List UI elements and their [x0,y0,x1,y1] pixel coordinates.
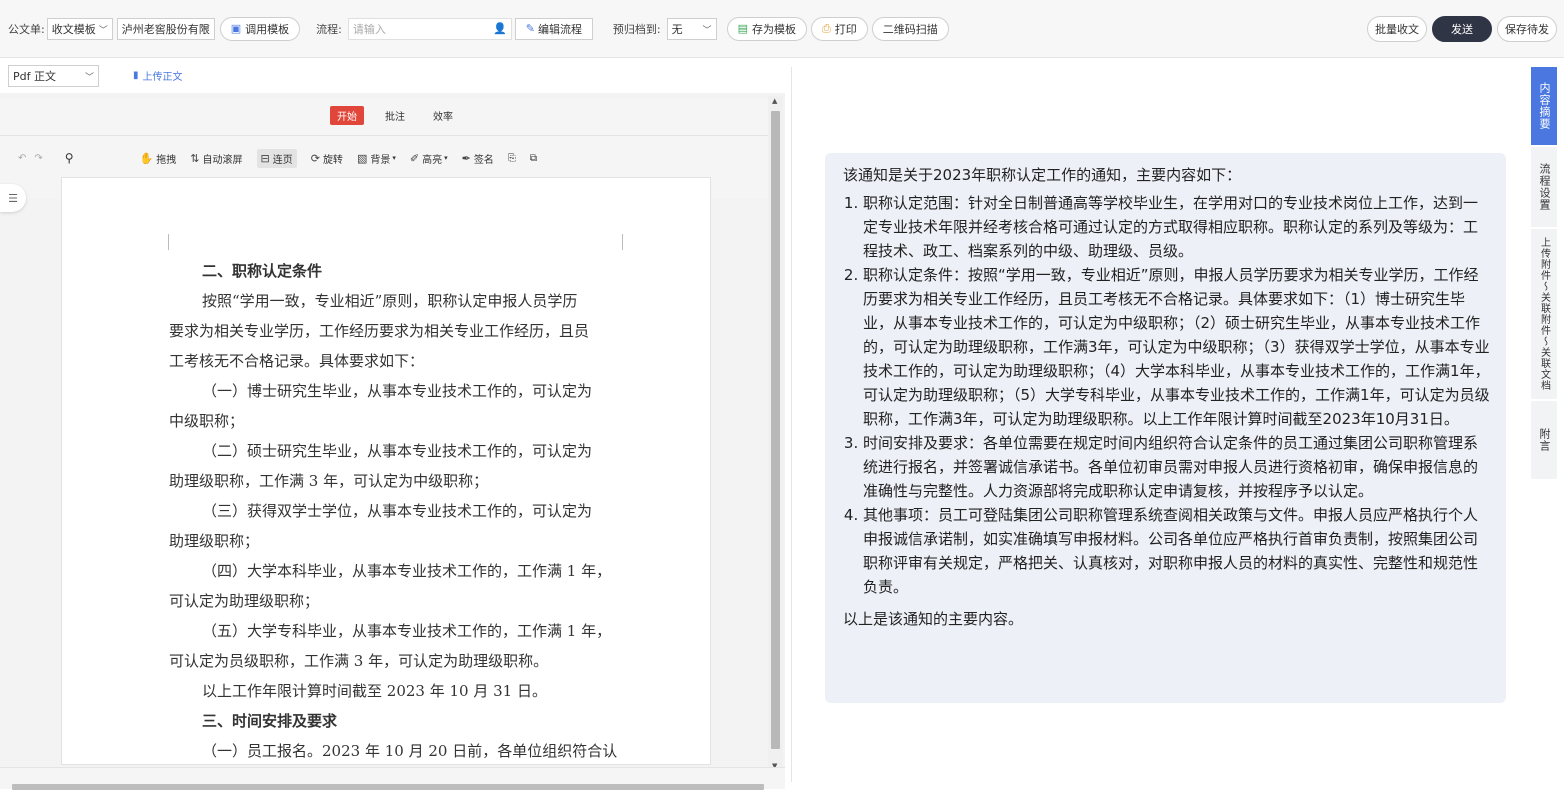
rotate-tool[interactable]: ⟳ 旋转 [311,151,343,166]
auto-scroll-icon: ⇅ [190,151,200,165]
tab-annotate[interactable]: 批注 [378,106,412,125]
doc-line: 以上工作年限计算时间截至 2023 年 10 月 31 日。 [202,682,547,700]
continuous-page-tool[interactable]: ⊟ 连页 [256,148,297,168]
file-row: Pdf 正文 ﹀ ▮ 上传正文 [0,59,785,93]
redo-icon[interactable]: ↷ [34,153,42,164]
rotate-icon: ⟳ [310,151,320,165]
tab-flow-settings[interactable]: 流程设置 [1531,147,1557,229]
chevron-down-icon: ﹀ [200,25,210,36]
doc-line: 按照“学用一致，专业相近”原则，职称认定申报人员学历 [202,292,578,310]
list-icon: ☰ [8,191,18,205]
fit-page-icon[interactable]: ⧉ [530,153,537,164]
archive-select[interactable]: 无 ﹀ [666,17,717,40]
summary-item: 其他事项：员工可登陆集团公司职称管理系统查阅相关政策与文件。申报人员应严格执行个… [863,503,1490,599]
doc-line: （四）大学本科毕业，从事本专业技术工作的，工作满 1 年， [202,562,612,580]
vertical-scrollbar[interactable]: ▲ ▼ [768,96,783,774]
save-template-button[interactable]: ▤ 存为模板 [726,16,807,41]
doc-line: 助理级职称，工作满 3 年，可认定为中级职称； [169,472,489,490]
doc-line: 可认定为助理级职称； [169,592,320,610]
doc-type-label: 公文单: [8,22,45,36]
tab-start[interactable]: 开始 [330,106,364,125]
archive-label: 预归档到: [612,22,661,36]
top-toolbar: 公文单: 收文模板 ﹀ 泸州老窖股份有限 ﹀ ▣ 调用模板 流程: 请输入 👤 ✎ 编辑… [0,0,1564,58]
doc-line: 可认定为员级职称，工作满 3 年，可认定为助理级职称。 [169,652,549,670]
background-tool[interactable]: ▧ 背景 ▾ [357,151,396,166]
save-pending-button[interactable]: 保存待发 [1497,16,1557,42]
print-button[interactable]: ⎙ 打印 [810,16,868,41]
chevron-down-icon: ﹀ [702,25,712,36]
summary-item: 职称认定条件：按照“学用一致，专业相近”原则，申报人员学历要求为相关专业学历，工… [863,263,1490,431]
doc-line: 工考核无不合格记录。具体要求如下： [169,352,425,370]
send-button[interactable]: 发送 [1432,16,1492,42]
summary-outro: 以上是该通知的主要内容。 [843,610,1024,628]
document-viewer: Pdf 正文 ﹀ ▮ 上传正文 开始 批注 效率 ↶ ↷ ⚲ ✋ 拖拽 ⇅ 自动滚屏 ⊟… [0,59,785,790]
continuous-page-icon: ⊟ [260,151,270,165]
tab-attachments[interactable]: 上传附件～关联附件～关联文档 [1531,229,1557,401]
ribbon-tabs: 开始 批注 效率 [330,106,460,125]
signature-tool[interactable]: ✒ 签名 [462,151,494,166]
doc-heading: 二、职称认定条件 [202,262,323,280]
signature-icon: ✒ [461,151,471,165]
summary-panel: 该通知是关于2023年职称认定工作的通知，主要内容如下： 职称认定范围：针对全日… [791,67,1529,782]
doc-line: （二）硕士研究生毕业，从事本专业技术工作的，可认定为 [202,442,593,460]
flow-label: 流程: [316,22,342,36]
side-tabs: 内容摘要 流程设置 上传附件～关联附件～关联文档 附言 [1531,67,1559,487]
auto-scroll-tool[interactable]: ⇅ 自动滚屏 [190,151,242,166]
chevron-down-icon: ﹀ [98,25,108,36]
export-icon[interactable]: ⎘ [508,153,516,164]
tab-summary[interactable]: 内容摘要 [1531,67,1557,147]
user-icon[interactable]: 👤 [493,22,507,35]
drag-tool[interactable]: ✋ 拖拽 [140,151,177,166]
doc-heading: 三、时间安排及要求 [202,712,338,730]
upload-icon: ▮ [133,70,139,81]
use-template-button[interactable]: ▣ 调用模板 [219,16,301,41]
tab-postscript[interactable]: 附言 [1531,401,1557,481]
ribbon-tools: ↶ ↷ ⚲ ✋ 拖拽 ⇅ 自动滚屏 ⊟ 连页 ⟳ 旋转 ▧ 背景 ▾ ✐ 高亮 ▾ ✒ 签名 ⎘ … [0,147,768,169]
save-icon: ▤ [737,22,748,35]
template-icon: ▣ [230,22,242,35]
doc-line: 助理级职称； [169,532,260,550]
doc-line: 中级职称； [169,412,245,430]
background-icon: ▧ [356,151,368,165]
summary-item: 职称认定范围：针对全日制普通高等学校毕业生，在学用对口的专业技术岗位上工作，达到… [863,191,1490,263]
outline-toggle[interactable]: ☰ [0,184,26,212]
highlight-icon: ✐ [409,151,420,165]
hand-icon: ✋ [139,151,154,165]
chevron-down-icon: ﹀ [84,73,94,83]
tab-efficiency[interactable]: 效率 [426,106,460,125]
batch-receive-button[interactable]: 批量收文 [1367,16,1427,42]
doc-line: （三）获得双学士学位，从事本专业技术工作的，可认定为 [202,502,593,520]
doc-line: （一）员工报名。2023 年 10 月 20 日前，各单位组织符合认 [202,742,618,760]
company-select[interactable]: 泸州老窖股份有限 ﹀ [116,17,215,40]
doc-line: （一）博士研究生毕业，从事本专业技术工作的，可认定为 [202,382,593,400]
flow-input[interactable]: 请输入 👤 [347,17,512,40]
doc-line: （五）大学专科毕业，从事本专业技术工作的，工作满 1 年， [202,622,612,640]
horizontal-scrollbar[interactable] [12,784,764,790]
printer-icon: ⎙ [821,21,831,35]
pdf-page: 二、职称认定条件 按照“学用一致，专业相近”原则，职称认定申报人员学历 要求为相… [61,177,711,765]
summary-item: 时间安排及要求：各单位需要在规定时间内组织符合认定条件的员工通过集团公司职称管理… [863,431,1490,503]
summary-box: 该通知是关于2023年职称认定工作的通知，主要内容如下： 职称认定范围：针对全日… [825,153,1506,703]
doc-type-select[interactable]: 收文模板 ﹀ [46,17,113,40]
upload-button[interactable]: ▮ 上传正文 [133,68,183,83]
scroll-thumb[interactable] [771,111,780,749]
doc-line: 要求为相关专业学历，工作经历要求为相关专业工作经历，且员 [169,322,590,340]
search-icon[interactable]: ⚲ [65,151,74,165]
summary-list: 职称认定范围：针对全日制普通高等学校毕业生，在学用对口的专业技术岗位上工作，达到… [837,191,1490,599]
edit-icon: ✎ [525,22,535,35]
viewer-status-bar [0,767,785,790]
summary-intro: 该通知是关于2023年职称认定工作的通知，主要内容如下： [843,166,1242,184]
undo-icon[interactable]: ↶ [18,153,26,164]
edit-flow-button[interactable]: ✎ 编辑流程 [514,17,593,40]
file-select[interactable]: Pdf 正文 ﹀ [8,65,99,87]
highlight-tool[interactable]: ✐ 高亮 ▾ [410,151,448,166]
qr-scan-button[interactable]: 二维码扫描 [871,16,949,41]
